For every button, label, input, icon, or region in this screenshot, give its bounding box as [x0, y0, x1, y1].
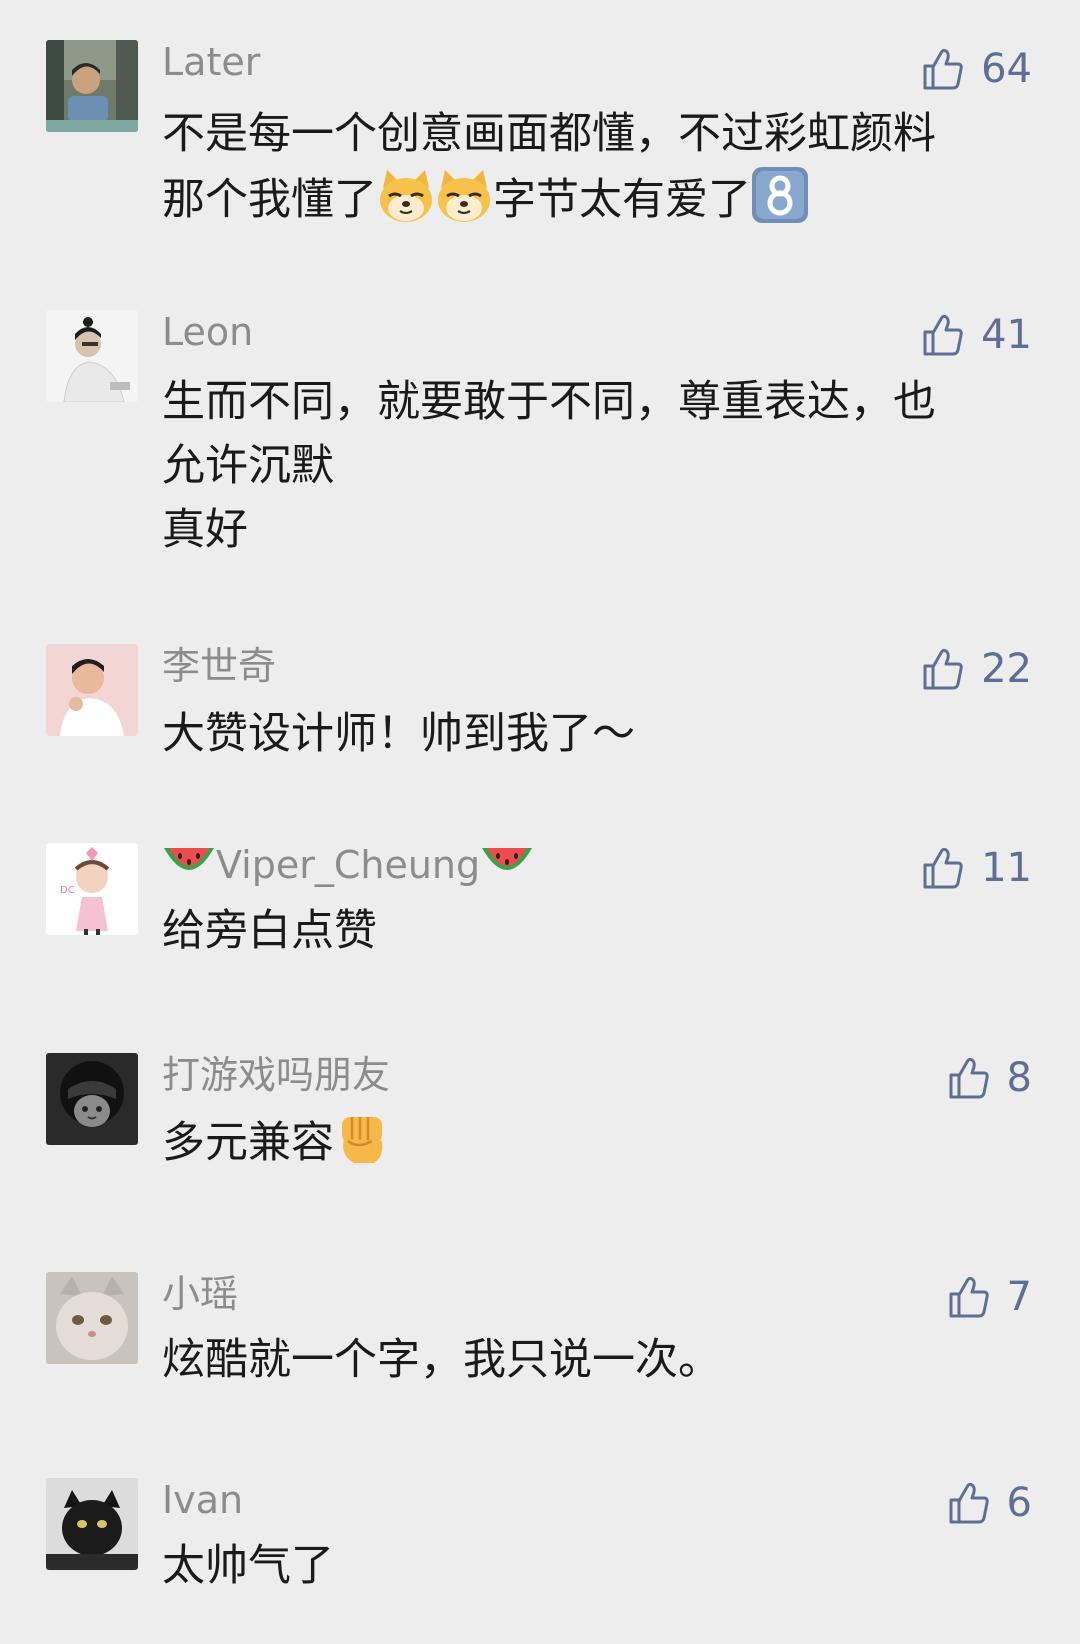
comment-list: Later 64 不是每一个创意画面都懂，不过彩虹颜料 那个我懂了 字节太有爱了… [0, 0, 1080, 1644]
thumbs-up-icon [923, 314, 963, 356]
comment-author[interactable]: 小瑶 [162, 1272, 238, 1316]
doge-emoji [435, 168, 493, 242]
fist-emoji [334, 1111, 390, 1185]
like-button[interactable]: 64 [921, 44, 1032, 94]
comment-text-line: 真好 [162, 505, 248, 555]
comment-text-line: 允许沉默 [162, 441, 334, 491]
avatar[interactable] [46, 40, 138, 132]
comment-author[interactable]: Ivan [162, 1478, 243, 1522]
svg-text:DC: DC [60, 885, 75, 896]
watermelon-emoji [162, 844, 216, 893]
avatar[interactable]: DC [46, 843, 138, 935]
like-button[interactable]: 6 [947, 1478, 1032, 1528]
like-count: 64 [981, 46, 1032, 92]
like-count: 41 [981, 312, 1032, 358]
avatar[interactable] [46, 1053, 138, 1145]
comment-text: 炫酷就一个字，我只说一次。 [162, 1328, 1022, 1392]
like-count: 8 [1006, 1055, 1032, 1101]
like-count: 22 [981, 646, 1032, 692]
watermelon-emoji [480, 844, 534, 893]
like-button[interactable]: 8 [947, 1053, 1032, 1103]
comment-author[interactable]: 李世奇 [162, 644, 276, 688]
comment-author[interactable]: Later [162, 40, 260, 84]
comment-author[interactable]: Leon [162, 310, 253, 354]
comment-text: 生而不同，就要敢于不同，尊重表达，也 允许沉默 真好 [162, 370, 1022, 562]
thumbs-up-icon [949, 1057, 989, 1099]
comment-text: 大赞设计师！帅到我了～ [162, 702, 1022, 766]
thumbs-up-icon [949, 1276, 989, 1318]
like-count: 7 [1006, 1274, 1032, 1320]
like-button[interactable]: 41 [921, 310, 1032, 360]
comment-author-name: Viper_Cheung [216, 843, 481, 887]
thumbs-up-icon [923, 847, 963, 889]
comment-text-line: 多元兼容 [162, 1111, 1022, 1185]
like-count: 6 [1006, 1480, 1032, 1526]
like-button[interactable]: 22 [921, 644, 1032, 694]
like-count: 11 [981, 845, 1032, 891]
comment-text-line: 那个我懂了 字节太有爱了 [162, 166, 1022, 242]
comment-text: 给旁白点赞 [162, 899, 1022, 963]
comment-text-line: 太帅气了 [162, 1541, 334, 1591]
comment-text-line: 生而不同，就要敢于不同，尊重表达，也 [162, 377, 936, 427]
comment-text: 太帅气了 [162, 1534, 1022, 1598]
thumbs-up-icon [923, 648, 963, 690]
avatar[interactable] [46, 644, 138, 736]
doge-emoji [377, 168, 435, 242]
like-button[interactable]: 11 [921, 843, 1032, 893]
comment-text-line: 炫酷就一个字，我只说一次。 [162, 1335, 721, 1385]
comment-author[interactable]: 打游戏吗朋友 [162, 1053, 390, 1097]
comment-text-line: 不是每一个创意画面都懂，不过彩虹颜料 [162, 109, 936, 159]
comment-text-segment: 字节太有爱了 [493, 175, 751, 225]
avatar[interactable] [46, 1272, 138, 1364]
comment-author[interactable]: Viper_Cheung [162, 843, 534, 887]
comment-text-line: 大赞设计师！帅到我了～ [162, 709, 635, 759]
avatar[interactable] [46, 1478, 138, 1570]
comment-text: 不是每一个创意画面都懂，不过彩虹颜料 那个我懂了 字节太有爱了 [162, 102, 1022, 242]
thumbs-up-icon [923, 48, 963, 90]
like-button[interactable]: 7 [947, 1272, 1032, 1322]
thumbs-up-icon [949, 1482, 989, 1524]
comment-text-line: 给旁白点赞 [162, 906, 377, 956]
avatar[interactable] [46, 310, 138, 402]
comment-text: 多元兼容 [162, 1111, 1022, 1185]
keycap-8-emoji [751, 166, 809, 242]
comment-text-segment: 那个我懂了 [162, 175, 377, 225]
comment-text-segment: 多元兼容 [162, 1118, 334, 1168]
